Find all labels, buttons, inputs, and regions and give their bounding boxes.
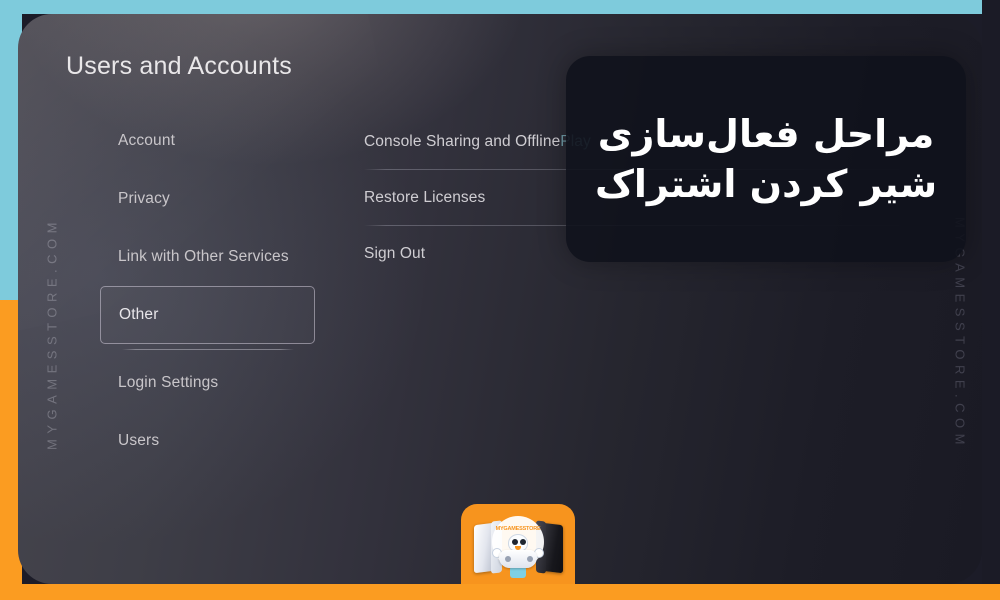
gamepad-right-stick-icon <box>527 556 533 562</box>
settings-category-list: Account Privacy Link with Other Services… <box>100 112 315 470</box>
sidebar-item-account[interactable]: Account <box>100 112 315 170</box>
sidebar-item-label: Other <box>119 306 159 323</box>
sidebar-item-other[interactable]: Other <box>100 286 315 344</box>
sidebar-item-privacy[interactable]: Privacy <box>100 170 315 228</box>
mascot-left-eye-icon <box>512 539 518 545</box>
sidebar-item-users[interactable]: Users <box>100 412 315 470</box>
caption-line-2: شیر کردن اشتراک <box>594 162 938 206</box>
sidebar-item-login-settings[interactable]: Login Settings <box>100 354 315 412</box>
option-label: Console Sharing and Offline <box>364 132 561 150</box>
logo-wordmark: MYGAMESSTORE <box>495 526 541 532</box>
console-settings-screen: MYGAMESSTORE.COM MYGAMESSTORE.COM Users … <box>18 14 982 584</box>
frame-right-dark-strip <box>982 0 1000 600</box>
gamepad-left-stick-icon <box>505 556 511 562</box>
sidebar-item-label: Link with Other Services <box>118 248 289 265</box>
page-title: Users and Accounts <box>66 52 292 80</box>
store-logo-badge: MYGAMESSTORE <box>461 504 575 584</box>
store-logo-artwork: MYGAMESSTORE <box>461 504 575 584</box>
option-label: Restore Licenses <box>364 188 486 206</box>
mascot-right-eye-icon <box>520 539 526 545</box>
sidebar-item-label: Login Settings <box>118 374 219 391</box>
frame-bottom-orange-strip <box>0 584 1000 600</box>
screenshot-root: MYGAMESSTORE.COM MYGAMESSTORE.COM Users … <box>0 0 1000 600</box>
caption-line-1: مراحل فعال‌سازی <box>597 111 935 156</box>
sidebar-item-label: Privacy <box>118 190 170 207</box>
caption-overlay-card: مراحل فعال‌سازی شیر کردن اشتراک <box>566 56 966 262</box>
frame-top-cyan-strip <box>0 0 1000 14</box>
sidebar-item-link-with-other-services[interactable]: Link with Other Services <box>100 228 315 286</box>
sidebar-divider <box>122 349 294 350</box>
sidebar-item-label: Account <box>118 132 176 149</box>
option-label: Sign Out <box>364 244 426 262</box>
watermark-left: MYGAMESSTORE.COM <box>44 217 60 450</box>
sidebar-item-label: Users <box>118 432 160 449</box>
